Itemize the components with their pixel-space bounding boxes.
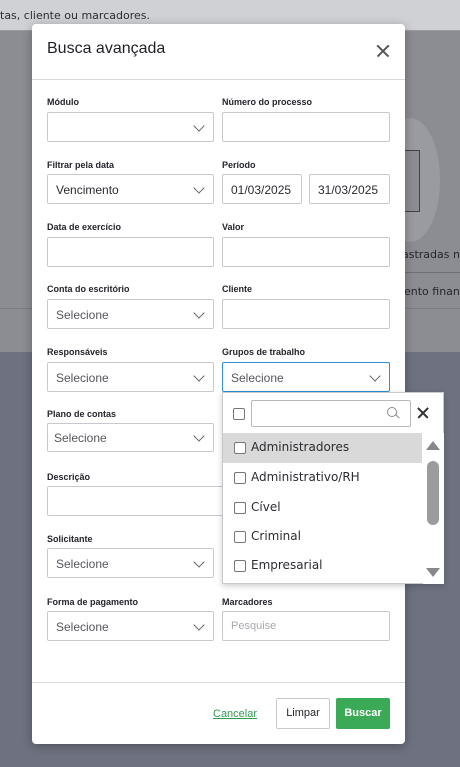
data-exercicio-input[interactable]	[47, 237, 214, 267]
forma-pagamento-value: Selecione	[56, 620, 109, 634]
list-item[interactable]: Criminal	[223, 522, 422, 552]
grupos-trabalho-select[interactable]: Selecione	[222, 362, 390, 392]
chevron-down-icon	[193, 619, 205, 631]
close-icon[interactable]	[416, 406, 430, 420]
list-item[interactable]: Administrativo/RH	[223, 463, 422, 493]
valor-label: Valor	[222, 222, 245, 232]
option-label: Empresarial	[251, 558, 323, 572]
modulo-select[interactable]	[47, 112, 214, 142]
chevron-down-icon	[193, 182, 205, 194]
filtrar-data-value: Vencimento	[56, 183, 119, 197]
grupos-trabalho-value: Selecione	[231, 371, 284, 385]
valor-input[interactable]	[222, 237, 390, 267]
modulo-label: Módulo	[47, 97, 79, 107]
list-item[interactable]: Cível	[223, 493, 422, 523]
checkbox[interactable]	[234, 560, 246, 572]
scrollbar-thumb[interactable]	[427, 461, 439, 525]
chevron-down-icon	[193, 556, 205, 568]
scroll-down-icon[interactable]	[426, 568, 440, 577]
periodo-start-input[interactable]: 01/03/2025	[222, 174, 302, 204]
periodo-label: Período	[222, 160, 256, 170]
conta-escritorio-label: Conta do escritório	[47, 284, 130, 294]
numero-processo-label: Número do processo	[222, 97, 313, 107]
checkbox[interactable]	[234, 502, 246, 514]
forma-pagamento-label: Forma de pagamento	[47, 597, 139, 607]
forma-pagamento-select[interactable]: Selecione	[47, 611, 214, 641]
select-all-checkbox[interactable]	[233, 408, 245, 420]
modal-header: Busca avançada	[32, 24, 405, 80]
cliente-label: Cliente	[222, 284, 253, 294]
periodo-start-value: 01/03/2025	[231, 183, 292, 197]
descricao-label: Descrição	[47, 472, 91, 482]
scroll-up-icon[interactable]	[426, 441, 440, 450]
solicitante-value: Selecione	[56, 557, 109, 571]
data-exercicio-label: Data de exercício	[47, 222, 122, 232]
advanced-search-modal: Busca avançada Módulo Número do processo…	[32, 24, 405, 744]
periodo-end-input[interactable]: 31/03/2025	[309, 174, 390, 204]
search-icon	[387, 407, 400, 420]
search-button[interactable]: Buscar	[336, 698, 390, 729]
grupos-trabalho-label: Grupos de trabalho	[222, 347, 306, 357]
responsaveis-label: Responsáveis	[47, 347, 108, 357]
chevron-down-icon	[193, 430, 205, 442]
responsaveis-value: Selecione	[56, 371, 109, 385]
chevron-down-icon	[193, 370, 205, 382]
background-text-2: ento financ	[404, 285, 460, 298]
cliente-input[interactable]	[222, 299, 390, 329]
chevron-down-icon	[193, 120, 205, 132]
dropdown-scrollbar[interactable]	[423, 433, 444, 584]
clear-button[interactable]: Limpar	[276, 698, 330, 729]
option-label: Administradores	[251, 440, 350, 454]
filtrar-data-select[interactable]: Vencimento	[47, 174, 214, 204]
periodo-end-value: 31/03/2025	[318, 183, 379, 197]
responsaveis-select[interactable]: Selecione	[47, 362, 214, 392]
solicitante-select[interactable]: Selecione	[47, 548, 214, 578]
chevron-down-icon	[193, 307, 205, 319]
checkbox[interactable]	[234, 442, 246, 454]
option-label: Criminal	[251, 529, 301, 543]
list-item[interactable]: Empresarial	[223, 551, 422, 581]
marcadores-placeholder: Pesquise	[231, 620, 277, 632]
background-divider-1	[404, 272, 460, 273]
dropdown-search-input[interactable]	[251, 400, 411, 427]
option-label: Administrativo/RH	[251, 470, 360, 484]
solicitante-label: Solicitante	[47, 534, 93, 544]
descricao-input[interactable]	[47, 486, 247, 516]
option-label: Cível	[251, 500, 281, 514]
marcadores-label: Marcadores	[222, 597, 273, 607]
close-icon[interactable]	[374, 42, 392, 60]
dropdown-option-list: Administradores Administrativo/RH Cível …	[223, 433, 422, 584]
modal-footer: Cancelar Limpar Buscar	[32, 682, 405, 744]
checkbox[interactable]	[234, 472, 246, 484]
filtrar-data-label: Filtrar pela data	[47, 160, 115, 170]
marcadores-input[interactable]: Pesquise	[222, 611, 390, 641]
grupos-trabalho-dropdown: Administradores Administrativo/RH Cível …	[222, 392, 444, 584]
cancel-link[interactable]: Cancelar	[213, 708, 257, 720]
numero-processo-input[interactable]	[222, 112, 390, 142]
modal-title: Busca avançada	[47, 40, 166, 57]
list-item[interactable]: Administradores	[223, 433, 422, 463]
background-text-1: astradas no	[402, 248, 460, 261]
background-search-hint: tas, cliente ou marcadores.	[0, 9, 150, 22]
conta-escritorio-value: Selecione	[56, 308, 109, 322]
chevron-down-icon	[369, 370, 381, 382]
checkbox[interactable]	[234, 531, 246, 543]
plano-contas-value: Selecione	[54, 431, 107, 445]
plano-contas-label: Plano de contas	[47, 409, 117, 419]
conta-escritorio-select[interactable]: Selecione	[47, 299, 214, 329]
plano-contas-select[interactable]: Selecione	[47, 423, 214, 452]
